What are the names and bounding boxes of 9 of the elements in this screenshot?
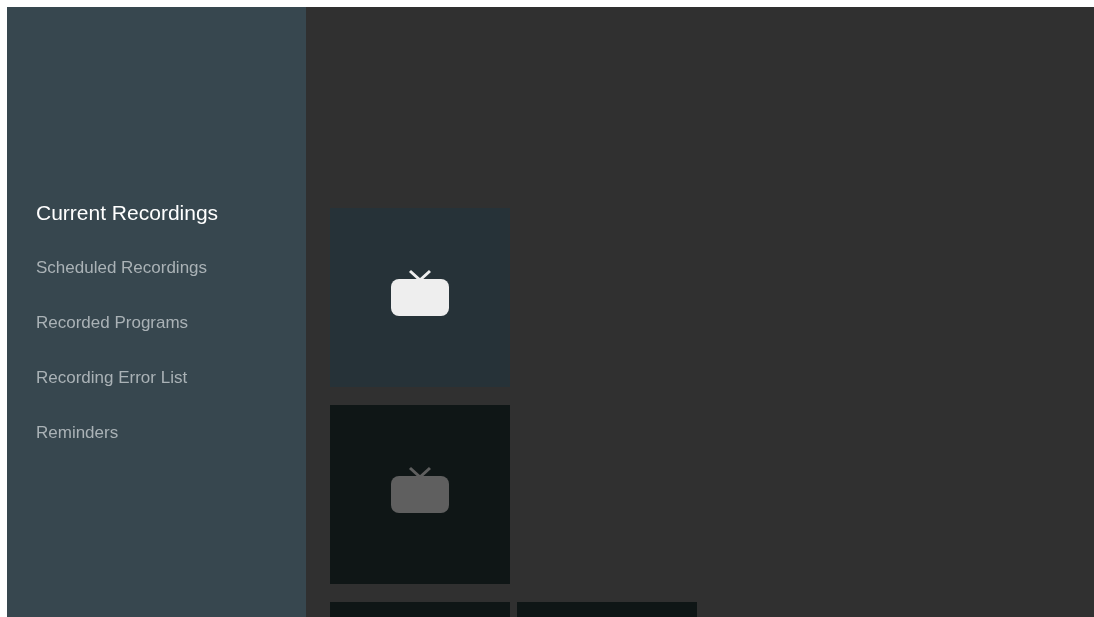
menu-item[interactable]: Scheduled Recordings (36, 249, 208, 287)
menu-item[interactable]: Reminders (36, 414, 119, 452)
recording-tile[interactable] (330, 208, 510, 387)
tv-icon (390, 268, 450, 317)
menu-item[interactable]: Recording Error List (36, 359, 188, 397)
tv-icon (390, 465, 450, 514)
menu-item[interactable]: Current Recordings (36, 194, 219, 232)
menu-item[interactable]: Recorded Programs (36, 304, 189, 342)
recording-tile[interactable] (330, 405, 510, 584)
